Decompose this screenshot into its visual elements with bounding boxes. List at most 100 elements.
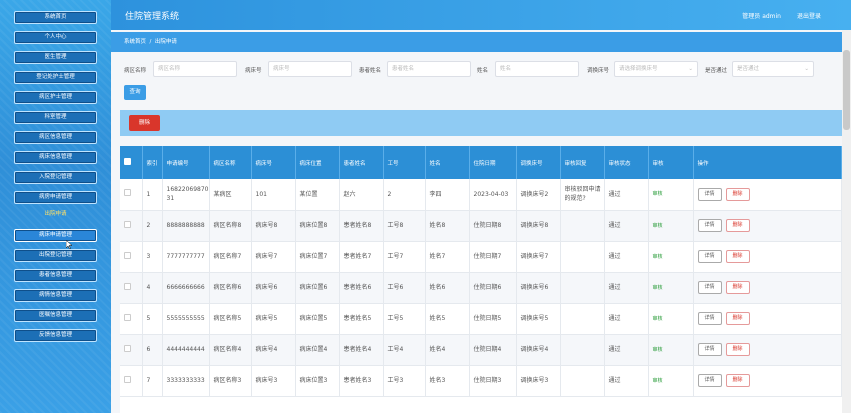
search-label-patient: 患者姓名 xyxy=(359,68,382,74)
audit-link[interactable]: 审核 xyxy=(653,316,663,322)
table-cell: 工号7 xyxy=(383,241,426,273)
table-cell: 姓名8 xyxy=(425,210,470,242)
sidebar-item[interactable]: 病区信息管理 xyxy=(14,131,97,144)
audit-link[interactable]: 审核 xyxy=(653,347,663,353)
table-cell: 病床号5 xyxy=(251,303,296,335)
sidebar-item[interactable]: 入院登记管理 xyxy=(14,171,97,184)
sidebar-item[interactable]: 科室管理 xyxy=(14,111,97,124)
table-header-cell: 患者姓名 xyxy=(339,146,384,179)
table-row: 7 3333333333 病区名称3 病床号3 病床位置3 患者姓名3 工号3 姓名3 住院日期… xyxy=(120,365,842,397)
row-checkbox[interactable] xyxy=(124,220,131,228)
sidebar-item[interactable]: 个人中心 xyxy=(14,31,97,44)
row-checkbox[interactable] xyxy=(124,282,131,290)
table-cell: 姓名7 xyxy=(425,241,470,273)
detail-button[interactable]: 详情 xyxy=(697,343,722,356)
table-cell: 2023-04-03 xyxy=(469,179,517,211)
table-cell: 工号3 xyxy=(383,365,426,397)
actions-cell: 详情 删除 xyxy=(693,334,842,366)
sidebar-subitem[interactable]: 病床申请管理 xyxy=(14,229,97,242)
audit-link[interactable]: 审核 xyxy=(653,223,663,229)
detail-button[interactable]: 详情 xyxy=(697,374,722,387)
table-cell: 病床号3 xyxy=(251,365,296,397)
logout-link[interactable]: 退出登录 xyxy=(797,11,821,20)
table-cell xyxy=(560,334,605,366)
sidebar-item[interactable]: 病床信息管理 xyxy=(14,151,97,164)
sidebar-item[interactable]: 系统首页 xyxy=(14,11,97,24)
breadcrumb-home[interactable]: 系统首页 xyxy=(124,39,146,45)
scrollbar-thumb[interactable] xyxy=(843,50,850,130)
table-cell: 病床号4 xyxy=(251,334,296,366)
sidebar-item[interactable]: 病房申请管理 xyxy=(14,191,97,204)
sidebar-item[interactable]: 病区护士管理 xyxy=(14,91,97,104)
row-checkbox-cell xyxy=(120,210,143,242)
search-label-approved: 是否通过 xyxy=(705,68,728,74)
page-scrollbar[interactable] xyxy=(842,30,851,413)
table-cell: 住院日期4 xyxy=(469,334,517,366)
detail-button[interactable]: 详情 xyxy=(697,250,722,263)
table-header-cell: 索引 xyxy=(142,146,163,179)
table-header-cell: 审核状态 xyxy=(604,146,649,179)
table-header-cell[interactable] xyxy=(120,146,143,179)
table-cell: 调换床号6 xyxy=(516,272,561,304)
swap-bed-select[interactable]: 请选择调换床号 ⌄ xyxy=(614,61,698,77)
patient-name-input[interactable]: 患者姓名 xyxy=(387,61,471,77)
delete-button[interactable]: 删除 xyxy=(725,187,750,201)
breadcrumb: 系统首页 / 出院申请 xyxy=(111,32,842,52)
audit-link[interactable]: 审核 xyxy=(653,254,663,260)
delete-button[interactable]: 删除 xyxy=(725,374,750,387)
detail-button[interactable]: 详情 xyxy=(697,281,722,294)
approved-select-value: 是否通过 xyxy=(737,66,760,72)
delete-button[interactable]: 删除 xyxy=(725,312,750,325)
sidebar-item[interactable]: 登记处护士管理 xyxy=(14,71,97,84)
table-header-cell: 审核 xyxy=(648,146,694,179)
table-cell: 住院日期6 xyxy=(469,272,517,304)
ward-name-input[interactable]: 病区名称 xyxy=(153,61,237,77)
approved-select[interactable]: 是否通过 ⌄ xyxy=(732,61,814,77)
row-checkbox[interactable] xyxy=(124,251,131,259)
audit-link[interactable]: 审核 xyxy=(653,378,663,384)
audit-cell: 审核 xyxy=(648,210,694,242)
table-cell: 姓名4 xyxy=(425,334,470,366)
table-cell: 5555555555 xyxy=(162,303,210,335)
row-checkbox[interactable] xyxy=(124,313,131,321)
chevron-down-icon: ⌄ xyxy=(804,66,809,72)
table-cell xyxy=(560,210,605,242)
detail-button[interactable]: 详情 xyxy=(697,312,722,325)
table-cell: 病区名称5 xyxy=(209,303,252,335)
table-cell: 调换床号5 xyxy=(516,303,561,335)
query-button[interactable]: 查询 xyxy=(124,85,146,100)
table-cell: 住院日期5 xyxy=(469,303,517,335)
search-label-name: 姓名 xyxy=(477,68,489,74)
select-all-checkbox[interactable] xyxy=(124,158,131,165)
delete-button[interactable]: 删除 xyxy=(725,281,750,294)
table-cell: 7777777777 xyxy=(162,241,210,273)
batch-delete-button[interactable]: 删除 xyxy=(129,115,160,131)
sidebar-subitem[interactable]: 出院登记管理 xyxy=(14,249,97,262)
detail-button[interactable]: 详情 xyxy=(697,187,722,201)
audit-link[interactable]: 审核 xyxy=(653,191,663,197)
sidebar-subitem[interactable]: 反馈信息管理 xyxy=(14,329,97,342)
sidebar-subitem[interactable]: 医嘱信息管理 xyxy=(14,309,97,322)
detail-button[interactable]: 详情 xyxy=(697,219,722,232)
row-checkbox[interactable] xyxy=(124,344,131,352)
sidebar-subitem[interactable]: 病情信息管理 xyxy=(14,289,97,302)
delete-button[interactable]: 删除 xyxy=(725,219,750,232)
row-checkbox-cell xyxy=(120,303,143,335)
audit-link[interactable]: 审核 xyxy=(653,285,663,291)
audit-cell: 审核 xyxy=(648,241,694,273)
table-header-cell: 调换床号 xyxy=(516,146,561,179)
table-cell: 6666666666 xyxy=(162,272,210,304)
row-checkbox[interactable] xyxy=(124,189,131,197)
name-input[interactable]: 姓名 xyxy=(495,61,579,77)
sidebar-item[interactable]: 医生管理 xyxy=(14,51,97,64)
audit-cell: 审核 xyxy=(648,303,694,335)
bed-number-input[interactable]: 病床号 xyxy=(268,61,352,77)
sidebar-subitem[interactable]: 患者信息管理 xyxy=(14,269,97,282)
table-cell: 病床位置4 xyxy=(295,334,340,366)
data-table-container: 索引 申请编号 病区名称 病床号 病床位置 患者姓名 工号 姓名 住院日期 调换床号 审核回复 审核状… xyxy=(120,146,842,413)
table-cell: 通过 xyxy=(604,179,649,211)
table-row: 4 6666666666 病区名称6 病床号6 病床位置6 患者姓名6 工号6 姓名6 住院日期… xyxy=(120,272,842,304)
row-checkbox[interactable] xyxy=(124,375,131,383)
delete-button[interactable]: 删除 xyxy=(725,343,750,356)
delete-button[interactable]: 删除 xyxy=(725,250,750,263)
